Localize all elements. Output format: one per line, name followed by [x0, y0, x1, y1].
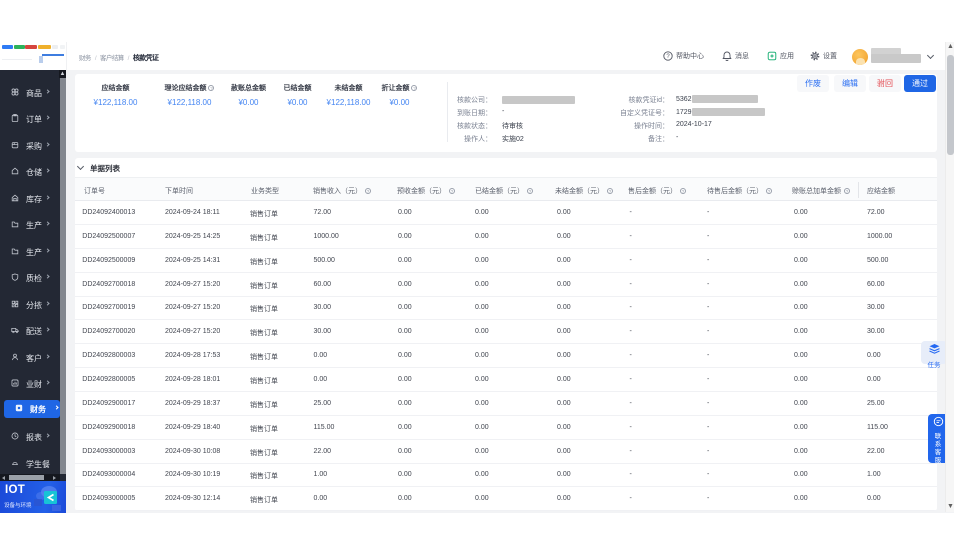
svg-text:?: ? — [666, 54, 670, 60]
